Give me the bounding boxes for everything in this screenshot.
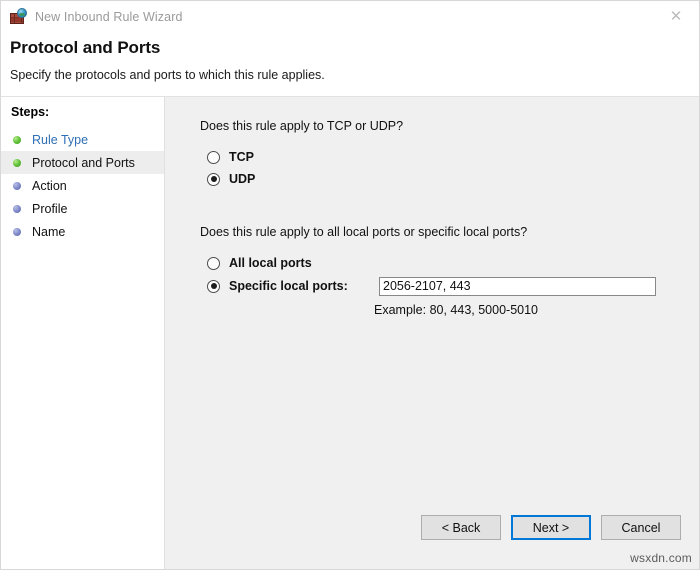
- firewall-globe-icon: [10, 8, 27, 25]
- ports-question-label: Does this rule apply to all local ports …: [200, 225, 528, 239]
- site-watermark: wsxdn.com: [630, 551, 692, 565]
- ports-example-label: Example: 80, 443, 5000-5010: [374, 303, 539, 317]
- step-bullet-icon: [13, 227, 21, 236]
- page-subtitle: Specify the protocols and ports to which…: [10, 68, 325, 82]
- sidebar-item-name[interactable]: Name: [1, 220, 164, 243]
- dialog-body: Steps: Rule Type Protocol and Ports Acti…: [1, 97, 699, 569]
- sidebar-item-label: Rule Type: [32, 132, 89, 147]
- sidebar-item-protocol-and-ports[interactable]: Protocol and Ports: [1, 151, 164, 174]
- step-bullet-icon: [13, 135, 21, 144]
- radio-option-tcp[interactable]: TCP: [207, 146, 699, 168]
- sidebar-item-label: Profile: [32, 201, 68, 216]
- step-bullet-icon: [13, 158, 21, 167]
- new-inbound-rule-wizard-window: New Inbound Rule Wizard ✕ Protocol and P…: [0, 0, 700, 570]
- cancel-button[interactable]: Cancel: [601, 515, 681, 540]
- radio-option-all-local-ports[interactable]: All local ports: [207, 252, 699, 274]
- steps-heading: Steps:: [11, 105, 50, 119]
- back-button[interactable]: < Back: [421, 515, 501, 540]
- sidebar-item-label: Protocol and Ports: [32, 155, 135, 170]
- sidebar-item-label: Name: [32, 224, 66, 239]
- radio-option-specific-local-ports[interactable]: Specific local ports:: [207, 274, 699, 298]
- page-header: Protocol and Ports Specify the protocols…: [1, 32, 699, 97]
- sidebar-item-label: Action: [32, 178, 67, 193]
- sidebar-item-profile[interactable]: Profile: [1, 197, 164, 220]
- close-icon[interactable]: ✕: [653, 1, 699, 32]
- step-bullet-icon: [13, 204, 21, 213]
- window-title: New Inbound Rule Wizard: [35, 9, 183, 24]
- protocol-question-label: Does this rule apply to TCP or UDP?: [200, 119, 404, 133]
- next-button[interactable]: Next >: [511, 515, 591, 540]
- step-bullet-icon: [13, 181, 21, 190]
- title-bar: New Inbound Rule Wizard ✕: [1, 1, 699, 32]
- steps-sidebar: Steps: Rule Type Protocol and Ports Acti…: [1, 97, 165, 569]
- sidebar-item-rule-type[interactable]: Rule Type: [1, 128, 164, 151]
- radio-all-local-ports-label: All local ports: [229, 256, 312, 270]
- radio-tcp-label: TCP: [229, 150, 254, 164]
- radio-udp-icon[interactable]: [207, 172, 220, 186]
- radio-udp-label: UDP: [229, 172, 256, 186]
- sidebar-item-action[interactable]: Action: [1, 174, 164, 197]
- radio-tcp-icon[interactable]: [207, 150, 220, 164]
- radio-specific-local-ports-label: Specific local ports:: [229, 279, 348, 293]
- page-title: Protocol and Ports: [10, 38, 161, 57]
- main-content: Does this rule apply to TCP or UDP? TCP …: [165, 97, 699, 493]
- radio-specific-local-ports-icon[interactable]: [207, 279, 220, 293]
- dialog-footer: < Back Next > Cancel: [165, 493, 699, 569]
- radio-all-local-ports-icon[interactable]: [207, 256, 220, 270]
- main-panel: Does this rule apply to TCP or UDP? TCP …: [165, 97, 699, 569]
- specific-ports-input[interactable]: [379, 276, 656, 296]
- radio-option-udp[interactable]: UDP: [207, 168, 699, 190]
